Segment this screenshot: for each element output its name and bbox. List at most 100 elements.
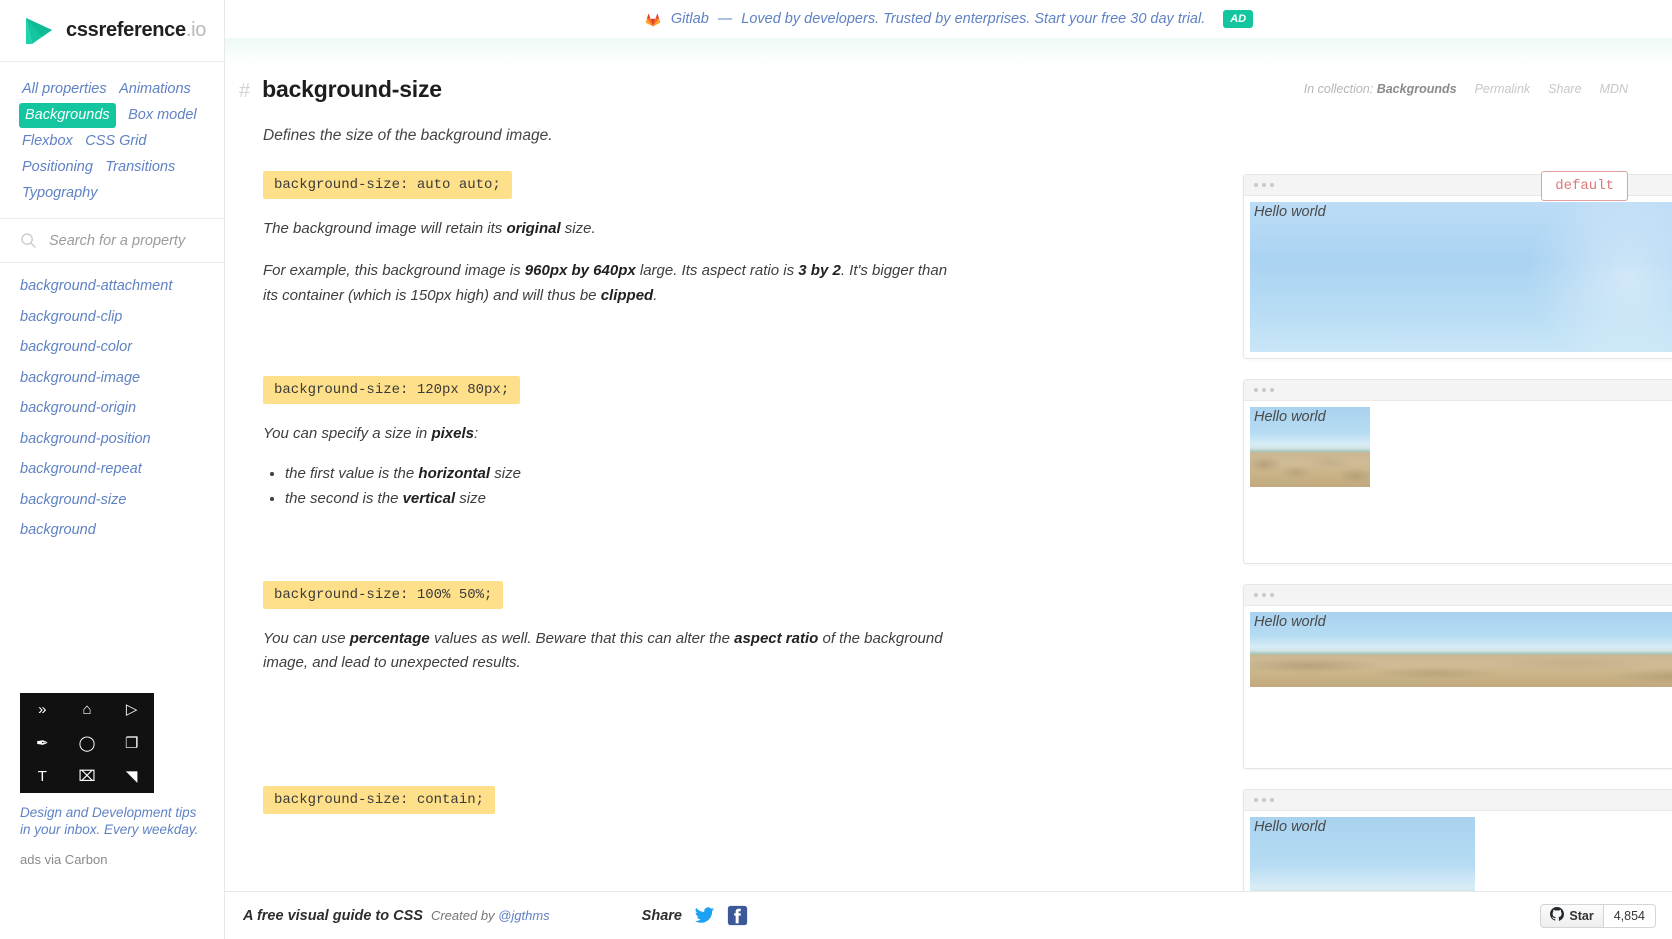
carbon-ad-text[interactable]: Design and Development tips in your inbo… (20, 805, 210, 839)
chevrons-right-icon: » (38, 701, 47, 719)
preview-body: Hello world (1244, 606, 1672, 768)
top-ad-content[interactable]: Gitlab — Loved by developers. Trusted by… (644, 10, 1254, 28)
footer-left: A free visual guide to CSS Created by @j… (225, 908, 550, 924)
share-label: Share (641, 907, 682, 924)
property-background-origin[interactable]: background-origin (20, 401, 224, 416)
property-background[interactable]: background (20, 523, 224, 538)
mdn-link[interactable]: MDN (1600, 82, 1628, 96)
window-dot-icon (1262, 798, 1266, 802)
window-dot-icon (1270, 798, 1274, 802)
collection-positioning[interactable]: Positioning (22, 156, 93, 179)
preview-card-1: Hello world (1243, 174, 1672, 359)
brand-logo-link[interactable]: cssreference.io (0, 0, 224, 62)
section-1-para-1: The background image will retain its ori… (263, 220, 596, 237)
collection-css-grid[interactable]: CSS Grid (85, 130, 146, 153)
property-background-repeat[interactable]: background-repeat (20, 462, 224, 477)
page-title: background-size (262, 76, 442, 102)
brand-name: cssreference.io (66, 19, 207, 41)
footer-credit: Created by @jgthms (430, 907, 550, 923)
facebook-icon[interactable] (727, 905, 748, 926)
search-input[interactable] (47, 231, 208, 250)
code-snippet-1[interactable]: background-size: auto auto; (263, 171, 512, 199)
collection-animations[interactable]: Animations (119, 78, 191, 101)
speech-bubble-icon: ◯ (78, 734, 96, 752)
window-dot-icon (1262, 183, 1266, 187)
carbon-ad-via[interactable]: ads via Carbon (20, 852, 210, 867)
preview-body: Hello world (1244, 811, 1672, 899)
property-list: background-attachment background-clip ba… (0, 263, 224, 538)
ad-badge[interactable]: AD (1223, 10, 1254, 28)
property-background-attachment[interactable]: background-attachment (20, 279, 224, 294)
top-ad-advertiser[interactable]: Gitlab (671, 11, 709, 27)
top-ad-text[interactable]: Loved by developers. Trusted by enterpri… (741, 11, 1205, 27)
section-1-para-2: For example, this background image is 96… (263, 262, 948, 304)
twitter-icon[interactable] (694, 905, 715, 926)
gitlab-fox-icon (644, 10, 662, 28)
collection-typography[interactable]: Typography (22, 182, 98, 205)
section-2-para-1: You can specify a size in pixels: (263, 425, 479, 442)
search-icon (20, 232, 37, 249)
collection-nav: All properties Animations Backgrounds Bo… (0, 62, 224, 220)
collection-backgrounds[interactable]: Backgrounds (19, 102, 116, 129)
page-play-icon: ❐ (124, 734, 139, 752)
permalink-link[interactable]: Permalink (1475, 82, 1531, 96)
github-star-widget: Star 4,854 (1540, 903, 1656, 928)
anchor-hash-icon[interactable]: # (239, 80, 250, 103)
window-dot-icon (1270, 388, 1274, 392)
section-3-text: background-size: 100% 50%; You can use p… (225, 581, 1025, 786)
demo-box-contain: Hello world (1250, 817, 1672, 899)
share-link[interactable]: Share (1548, 82, 1581, 96)
page-header: # background-size In collection: Backgro… (225, 38, 1672, 103)
preview-titlebar (1244, 790, 1672, 811)
window-dot-icon (1254, 388, 1258, 392)
text-tool-icon: T (37, 768, 47, 786)
demo-box-100-50: Hello world (1250, 612, 1672, 762)
code-snippet-2[interactable]: background-size: 120px 80px; (263, 376, 521, 404)
collection-name: Backgrounds (1376, 82, 1457, 96)
section-2-text: background-size: 120px 80px; You can spe… (225, 376, 1025, 581)
sidebar: cssreference.io All properties Animation… (0, 0, 225, 939)
section-1-text: background-size: auto auto; The backgrou… (225, 171, 1025, 376)
preview-titlebar (1244, 380, 1672, 401)
top-ad-dash: — (717, 11, 733, 27)
preview-card-2: Hello world (1243, 379, 1672, 564)
window-dot-icon (1270, 183, 1274, 187)
section-2-bullets: the first value is the horizontal size t… (263, 461, 1025, 511)
section-4-text: background-size: contain; (225, 786, 1025, 899)
window-dot-icon (1270, 593, 1274, 597)
section-3-para-1: You can use percentage values as well. B… (263, 630, 943, 672)
demo-label: Hello world (1254, 614, 1326, 630)
window-dot-icon (1262, 388, 1266, 392)
footer-bar: A free visual guide to CSS Created by @j… (225, 891, 1672, 939)
github-star-count[interactable]: 4,854 (1603, 903, 1656, 928)
app-root: Gitlab — Loved by developers. Trusted by… (0, 0, 1672, 939)
code-snippet-3[interactable]: background-size: 100% 50%; (263, 581, 504, 609)
property-background-clip[interactable]: background-clip (20, 310, 224, 325)
property-background-color[interactable]: background-color (20, 340, 224, 355)
demo-label: Hello world (1254, 204, 1326, 220)
footer-title: A free visual guide to CSS (243, 907, 423, 924)
property-background-position[interactable]: background-position (20, 432, 224, 447)
list-item: the second is the vertical size (285, 486, 1025, 511)
author-link[interactable]: @jgthms (498, 908, 550, 923)
github-star-button[interactable]: Star (1540, 903, 1604, 928)
default-badge: default (1541, 171, 1628, 201)
angle-icon: ◥ (125, 768, 138, 786)
carbon-ad[interactable]: » ⌂ ▷ ✒ ◯ ❐ T ⌧ ◥ Design and Development… (20, 693, 210, 867)
property-background-size[interactable]: background-size (20, 493, 224, 508)
collection-label: In collection: Backgrounds (1303, 82, 1457, 96)
page-description: Defines the size of the background image… (263, 127, 553, 144)
github-icon (1550, 907, 1565, 924)
collection-transitions[interactable]: Transitions (105, 156, 175, 179)
carbon-ad-image[interactable]: » ⌂ ▷ ✒ ◯ ❐ T ⌧ ◥ (20, 693, 154, 794)
play-triangle-logo-icon (22, 15, 56, 47)
collection-flexbox[interactable]: Flexbox (22, 130, 73, 153)
footer-share: Share (642, 905, 748, 926)
property-background-image[interactable]: background-image (20, 371, 224, 386)
collection-box-model[interactable]: Box model (128, 104, 197, 127)
top-ad-banner: Gitlab — Loved by developers. Trusted by… (225, 0, 1672, 38)
preview-card-3: Hello world (1243, 584, 1672, 769)
collection-all-properties[interactable]: All properties (22, 78, 107, 101)
code-snippet-4[interactable]: background-size: contain; (263, 786, 496, 814)
preview-card-4: Hello world (1243, 789, 1672, 899)
